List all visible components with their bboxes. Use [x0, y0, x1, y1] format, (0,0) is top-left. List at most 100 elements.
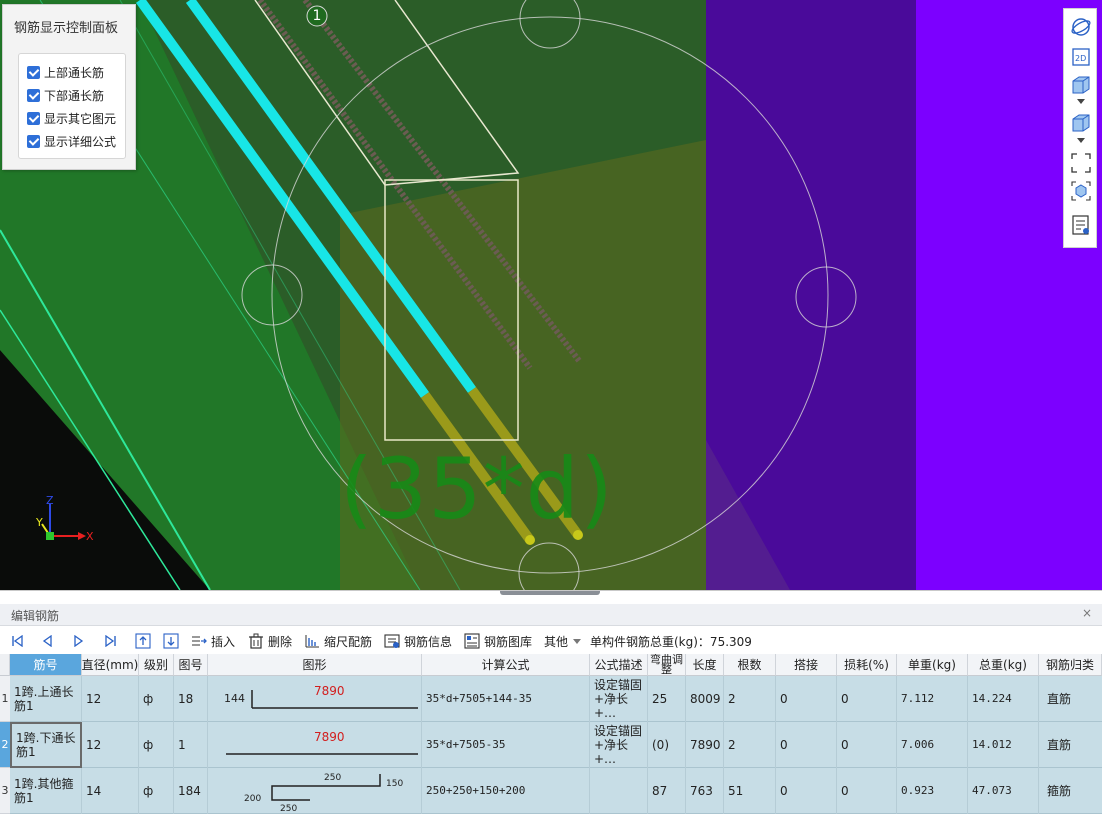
delete-button[interactable]: 删除: [248, 631, 292, 651]
shape-cell[interactable]: 250 150 200 250: [208, 768, 422, 814]
bend-adjust-cell[interactable]: 87: [648, 768, 686, 814]
3d-viewport[interactable]: 1 (35*d) Z Y X 钢筋显示控制面板 上部通长筋 下部通长筋 显示其它…: [0, 0, 1102, 590]
checkbox-checked-icon[interactable]: [27, 134, 40, 148]
column-header[interactable]: 计算公式: [422, 654, 590, 676]
column-header[interactable]: 长度: [686, 654, 724, 676]
length-cell[interactable]: 8009: [686, 676, 724, 722]
column-header[interactable]: 公式描述: [590, 654, 648, 676]
checkbox-checked-icon[interactable]: [27, 65, 40, 79]
formula-cell[interactable]: 35*d+7505-35: [422, 722, 590, 768]
column-header[interactable]: 图号: [174, 654, 208, 676]
rebar-name-cell[interactable]: 1跨.其他箍筋1: [10, 768, 82, 814]
bend-adjust-cell[interactable]: (0): [648, 722, 686, 768]
category-cell[interactable]: 直筋: [1039, 722, 1102, 768]
column-header[interactable]: 损耗(%): [837, 654, 897, 676]
option-top-rebar[interactable]: 上部通长筋: [27, 62, 104, 82]
rebar-name-cell[interactable]: 1跨.上通长筋1: [10, 676, 82, 722]
unit-weight-cell[interactable]: 7.112: [897, 676, 968, 722]
column-header[interactable]: 图形: [208, 654, 422, 676]
box-view-button[interactable]: [1069, 179, 1093, 203]
view-3d-alt-dropdown[interactable]: [1069, 135, 1093, 145]
length-cell[interactable]: 763: [686, 768, 724, 814]
category-cell[interactable]: 箍筋: [1039, 768, 1102, 814]
view-3d-dropdown[interactable]: [1069, 96, 1093, 106]
orbit-button[interactable]: [1069, 15, 1093, 39]
bend-adjust-cell[interactable]: 25: [648, 676, 686, 722]
lap-cell[interactable]: 0: [776, 768, 837, 814]
checkbox-checked-icon[interactable]: [27, 88, 40, 102]
prev-record-button[interactable]: [38, 632, 56, 650]
formula-cell[interactable]: 250+250+150+200: [422, 768, 590, 814]
total-weight-cell[interactable]: 14.224: [968, 676, 1039, 722]
column-header[interactable]: 搭接: [776, 654, 837, 676]
column-header[interactable]: 弯曲调整: [648, 654, 686, 676]
count-cell[interactable]: 51: [724, 768, 776, 814]
unit-weight-cell[interactable]: 0.923: [897, 768, 968, 814]
column-header[interactable]: 筋号: [10, 654, 82, 676]
rebar-name-cell[interactable]: 1跨.下通长筋1: [10, 722, 82, 768]
shape-dim-left: 200: [244, 794, 262, 804]
count-cell[interactable]: 2: [724, 722, 776, 768]
diameter-cell[interactable]: 12: [82, 722, 139, 768]
option-show-other-elements[interactable]: 显示其它图元: [27, 108, 116, 128]
shape-cell[interactable]: 144 7890: [208, 676, 422, 722]
column-header[interactable]: 钢筋归类: [1039, 654, 1102, 676]
row-number[interactable]: 2: [0, 722, 10, 768]
trash-icon: [249, 633, 263, 649]
first-record-button[interactable]: [8, 632, 26, 650]
rebar-info-button[interactable]: 钢筋信息: [384, 631, 452, 651]
total-weight-cell[interactable]: 14.012: [968, 722, 1039, 768]
column-header[interactable]: 总重(kg): [968, 654, 1039, 676]
row-number[interactable]: 1: [0, 676, 10, 722]
lap-cell[interactable]: 0: [776, 676, 837, 722]
loss-cell[interactable]: 0: [837, 768, 897, 814]
formula-desc-cell[interactable]: 设定锚固+净长+…: [590, 676, 648, 722]
first-icon: [12, 635, 23, 647]
count-cell[interactable]: 2: [724, 676, 776, 722]
move-down-button[interactable]: [162, 632, 180, 650]
rebar-list-button[interactable]: [1069, 213, 1093, 237]
column-header[interactable]: 根数: [724, 654, 776, 676]
diameter-cell[interactable]: 14: [82, 768, 139, 814]
grade-cell[interactable]: ф: [139, 722, 174, 768]
fit-view-button[interactable]: [1069, 151, 1093, 175]
figure-number-cell[interactable]: 1: [174, 722, 208, 768]
length-cell[interactable]: 7890: [686, 722, 724, 768]
last-record-button[interactable]: [102, 632, 120, 650]
column-header[interactable]: 级别: [139, 654, 174, 676]
loss-cell[interactable]: 0: [837, 722, 897, 768]
total-weight-cell[interactable]: 47.073: [968, 768, 1039, 814]
other-menu[interactable]: 其他: [544, 631, 582, 651]
loss-cell[interactable]: 0: [837, 676, 897, 722]
rebar-library-button[interactable]: 钢筋图库: [464, 631, 532, 651]
figure-number-cell[interactable]: 184: [174, 768, 208, 814]
rebar-editor-app: 1 (35*d) Z Y X 钢筋显示控制面板 上部通长筋 下部通长筋 显示其它…: [0, 0, 1102, 815]
column-header[interactable]: 直径(mm): [82, 654, 139, 676]
next-record-button[interactable]: [70, 632, 88, 650]
panel-splitter[interactable]: [0, 590, 1102, 604]
view-3d-button[interactable]: [1069, 73, 1093, 97]
option-bottom-rebar[interactable]: 下部通长筋: [27, 85, 104, 105]
lap-cell[interactable]: 0: [776, 722, 837, 768]
view-2d-button[interactable]: 2D: [1069, 45, 1093, 69]
insert-button[interactable]: 插入: [191, 631, 235, 651]
scale-rebar-button[interactable]: 缩尺配筋: [304, 631, 372, 651]
formula-desc-cell[interactable]: [590, 768, 648, 814]
formula-desc-cell[interactable]: 设定锚固+净长+…: [590, 722, 648, 768]
row-number[interactable]: 3: [0, 768, 10, 814]
option-show-detailed-formula[interactable]: 显示详细公式: [27, 131, 116, 151]
move-up-button[interactable]: [134, 632, 152, 650]
column-header[interactable]: 单重(kg): [897, 654, 968, 676]
checkbox-checked-icon[interactable]: [27, 111, 40, 125]
figure-number-cell[interactable]: 18: [174, 676, 208, 722]
formula-cell[interactable]: 35*d+7505+144-35: [422, 676, 590, 722]
grade-cell[interactable]: ф: [139, 676, 174, 722]
grade-cell[interactable]: ф: [139, 768, 174, 814]
close-icon[interactable]: ×: [1082, 606, 1092, 620]
unit-weight-cell[interactable]: 7.006: [897, 722, 968, 768]
diameter-cell[interactable]: 12: [82, 676, 139, 722]
shape-cell[interactable]: 7890: [208, 722, 422, 768]
category-cell[interactable]: 直筋: [1039, 676, 1102, 722]
view-3d-alt-button[interactable]: [1069, 111, 1093, 135]
splitter-grip[interactable]: [500, 591, 600, 595]
